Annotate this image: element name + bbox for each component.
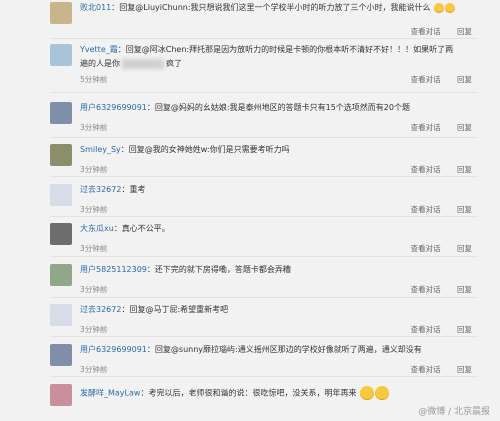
divider — [50, 137, 478, 138]
reply-link[interactable]: 回复 — [457, 285, 472, 294]
view-dialog-link[interactable]: 查看对话 — [411, 285, 441, 294]
comment-body: 还下完的就下房得嘞，答题卡都会弄糟 — [154, 265, 291, 274]
view-dialog-link[interactable]: 查看对话 — [411, 165, 441, 174]
reply-link[interactable]: 回复 — [457, 165, 472, 174]
divider — [50, 256, 478, 257]
avatar[interactable] — [50, 102, 72, 124]
view-dialog-link[interactable]: 查看对话 — [411, 27, 441, 36]
avatar[interactable] — [50, 384, 72, 406]
avatar[interactable] — [50, 184, 72, 206]
comment-body-continued: 疯了 — [166, 59, 182, 68]
watermark: @微博 / 北京晨报 — [418, 407, 490, 417]
comment-body: 回复@我的女神她姓w:你们是只需要考听力吗 — [128, 145, 290, 154]
comment-time: 3分钟前 — [80, 205, 108, 214]
comment-body: 回复@马丁屁:希望重新考吧 — [129, 305, 229, 314]
list-item: 用户5825112309：还下完的就下房得嘞，答题卡都会弄糟 3分钟前 查看对话… — [0, 262, 500, 302]
comment-body: 考完以后，老师很和谐的说：很吃惊吧，没关系，明年再来 — [148, 388, 357, 398]
view-dialog-link[interactable]: 查看对话 — [411, 75, 441, 84]
comment-time: 3分钟前 — [80, 365, 108, 374]
view-dialog-link[interactable]: 查看对话 — [411, 325, 441, 334]
comment-time: 3分钟前 — [80, 244, 108, 253]
comment-username[interactable]: 用户5825112309 — [80, 265, 147, 274]
list-item: Yvette_霜：回复@阿冰Chen:拜托那是因为放听力的时候是卡顿的你根本听不… — [0, 42, 500, 96]
avatar[interactable] — [50, 44, 72, 66]
comment-time: 3分钟前 — [80, 325, 108, 334]
comment-time: 3分钟前 — [80, 285, 108, 294]
divider — [50, 92, 478, 93]
divider — [50, 336, 478, 337]
divider — [50, 176, 478, 177]
avatar[interactable] — [50, 2, 72, 24]
comment-body: 回复@阿冰Chen:拜托那是因为放听力的时候是卡顿的你根本听不清好不好！！！如果… — [125, 45, 454, 54]
comment-list: 败北011：回复@LiuyiChunn:我只想说我们这里一个学校半小时的听力放了… — [0, 0, 500, 421]
reply-link[interactable]: 回复 — [457, 205, 472, 214]
emoji-icon — [375, 386, 389, 400]
list-item: 用户6329699091：回复@妈妈的幺姑娘:我是泰州地区的答题卡只有15个选项… — [0, 100, 500, 140]
comment-username[interactable]: 大东瓜xu — [80, 224, 114, 233]
avatar[interactable] — [50, 144, 72, 166]
emoji-icon — [445, 2, 456, 13]
view-dialog-link[interactable]: 查看对话 — [411, 365, 441, 374]
avatar[interactable] — [50, 304, 72, 326]
comment-username[interactable]: Smiley_Sy — [80, 145, 121, 154]
comment-body: 回复@LiuyiChunn:我只想说我们这里一个学校半小时的听力放了三个小时，我… — [119, 3, 431, 12]
view-dialog-link[interactable]: 查看对话 — [411, 205, 441, 214]
comment-username[interactable]: 过去32672 — [80, 305, 121, 314]
comment-username[interactable]: 败北011 — [80, 3, 111, 12]
comment-time: 3分钟前 — [80, 165, 108, 174]
view-dialog-link[interactable]: 查看对话 — [411, 123, 441, 132]
comment-body: 真心不公平。 — [121, 224, 170, 233]
emoji-icon — [360, 386, 374, 400]
avatar[interactable] — [50, 223, 72, 245]
comment-body: 回复@妈妈的幺姑娘:我是泰州地区的答题卡只有15个选项然而有20个题 — [154, 103, 410, 112]
comment-time: 5分钟前 — [80, 75, 108, 84]
avatar[interactable] — [50, 264, 72, 286]
reply-link[interactable]: 回复 — [457, 75, 472, 84]
reply-link[interactable]: 回复 — [457, 325, 472, 334]
divider — [50, 297, 478, 298]
reply-link[interactable]: 回复 — [457, 365, 472, 374]
reply-link[interactable]: 回复 — [457, 244, 472, 253]
comment-username[interactable]: 用户6329699091 — [80, 103, 147, 112]
comment-body: 回复@sunny靡拉瑙屿:通义摇州区那边的学校好像就听了两遍，通义却没有 — [154, 345, 422, 354]
list-item: 败北011：回复@LiuyiChunn:我只想说我们这里一个学校半小时的听力放了… — [0, 0, 500, 38]
divider — [50, 376, 478, 377]
divider — [50, 38, 478, 39]
divider — [50, 216, 478, 217]
comment-username[interactable]: 发酵咩_MayLaw — [80, 389, 140, 398]
comment-username[interactable]: Yvette_霜 — [80, 45, 118, 54]
emoji-icon — [434, 2, 445, 13]
comment-body: 重考 — [129, 185, 146, 194]
redacted-text — [122, 58, 164, 69]
avatar[interactable] — [50, 344, 72, 366]
comment-username[interactable]: 过去32672 — [80, 185, 121, 194]
view-dialog-link[interactable]: 查看对话 — [411, 244, 441, 253]
reply-link[interactable]: 回复 — [457, 27, 472, 36]
reply-link[interactable]: 回复 — [457, 123, 472, 132]
comment-body-continued: 遍的人是你 — [80, 59, 120, 68]
list-item: 大东瓜xu：真心不公平。 3分钟前 查看对话 回复 — [0, 221, 500, 261]
comment-username[interactable]: 用户6329699091 — [80, 345, 147, 354]
comment-time: 3分钟前 — [80, 123, 108, 132]
